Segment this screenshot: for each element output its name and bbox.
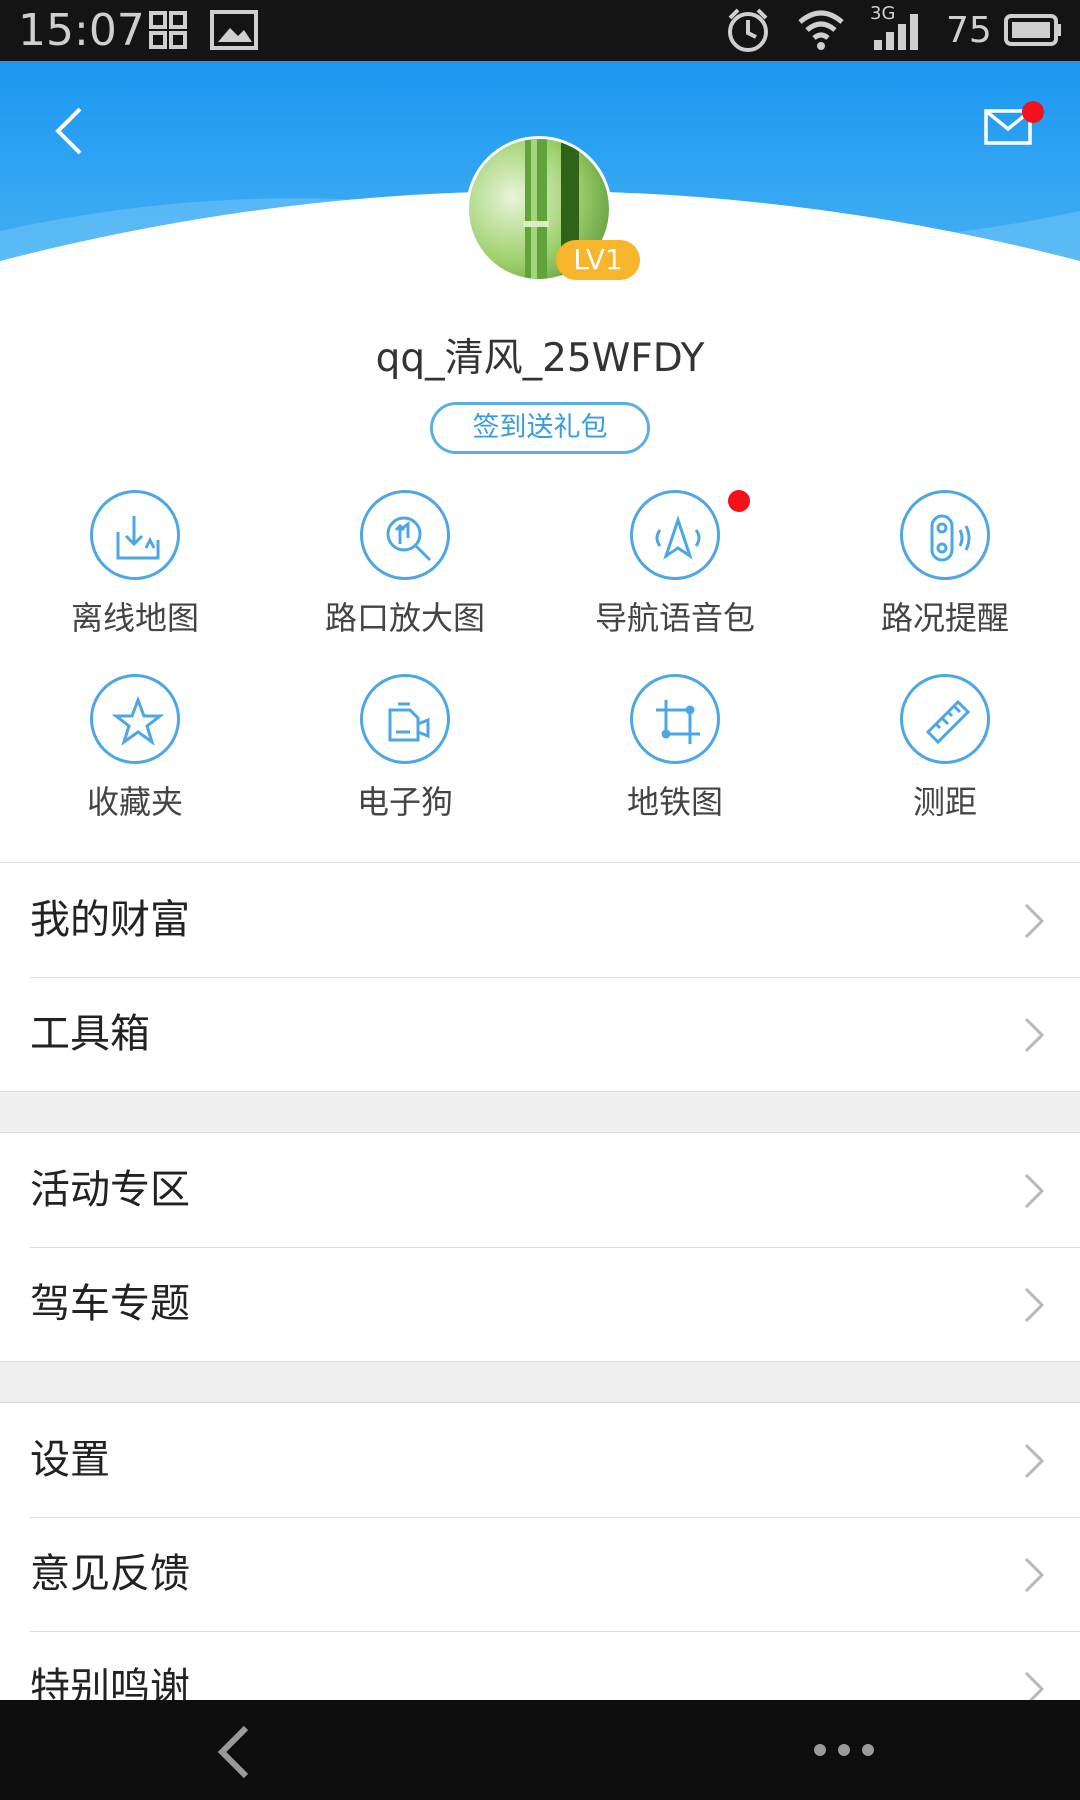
grid-item-measure-distance[interactable]: 测距 <box>810 674 1080 844</box>
chevron-right-icon <box>1022 1555 1046 1599</box>
grid-item-speed-camera[interactable]: 电子狗 <box>270 674 540 844</box>
username: qq_清风_25WFDY <box>375 336 705 381</box>
signal-icon <box>872 12 926 56</box>
status-bar: 15:07 3G 75 <box>0 0 1080 61</box>
level-badge: LV1 <box>556 240 640 280</box>
ruler-icon <box>900 674 990 764</box>
menu-item-toolbox[interactable]: 工具箱 <box>0 977 1080 1091</box>
grid-item-subway-map[interactable]: 地铁图 <box>540 674 810 844</box>
traffic-alert-icon <box>900 490 990 580</box>
grid-item-junction-zoom[interactable]: 路口放大图 <box>270 490 540 660</box>
menu-item-label: 设置 <box>30 1437 110 1483</box>
battery-icon <box>1004 14 1062 50</box>
grid-label: 收藏夹 <box>86 783 183 821</box>
chevron-right-icon <box>1022 1285 1046 1329</box>
signin-gift-button[interactable]: 签到送礼包 <box>430 402 650 454</box>
grid-label: 路况提醒 <box>880 599 1009 637</box>
mail-notification-dot <box>1022 101 1044 123</box>
menu-group-3: 设置 意见反馈 特别鸣谢 <box>0 1402 1080 1746</box>
alarm-clock-icon <box>724 6 772 58</box>
menu-item-label: 活动专区 <box>30 1167 190 1213</box>
grid-label: 离线地图 <box>70 599 199 637</box>
menu-item-driving-topics[interactable]: 驾车专题 <box>0 1247 1080 1361</box>
menu-item-label: 意见反馈 <box>30 1551 190 1597</box>
menu-item-feedback[interactable]: 意见反馈 <box>0 1517 1080 1631</box>
chevron-right-icon <box>1022 1015 1046 1059</box>
menu-item-my-wealth[interactable]: 我的财富 <box>0 863 1080 977</box>
battery-level: 75 <box>946 10 992 51</box>
menu-list: 我的财富 工具箱 活动专区 驾车专题 设置 意见反馈 特别鸣谢 <box>0 862 1080 1746</box>
chevron-right-icon <box>1022 1171 1046 1215</box>
grid-item-favorites[interactable]: 收藏夹 <box>0 674 270 844</box>
voice-pack-notification-dot <box>728 490 750 512</box>
menu-group-2: 活动专区 驾车专题 <box>0 1132 1080 1362</box>
system-nav-bar <box>0 1700 1080 1800</box>
grid-label: 测距 <box>912 783 977 821</box>
grid-item-offline-map[interactable]: 离线地图 <box>0 490 270 660</box>
grid-label: 电子狗 <box>356 783 453 821</box>
wifi-icon <box>796 8 846 56</box>
junction-zoom-icon <box>360 490 450 580</box>
menu-item-label: 驾车专题 <box>30 1281 190 1327</box>
voice-navigation-icon <box>630 490 720 580</box>
menu-item-label: 我的财富 <box>30 897 190 943</box>
grid-label: 路口放大图 <box>324 599 485 637</box>
grid-label: 导航语音包 <box>594 599 755 637</box>
speed-camera-icon <box>360 674 450 764</box>
offline-map-download-icon <box>90 490 180 580</box>
chevron-right-icon <box>1022 901 1046 945</box>
chevron-right-icon <box>1022 1441 1046 1485</box>
star-icon <box>90 674 180 764</box>
grid-label: 地铁图 <box>626 783 723 821</box>
grid-app-icon <box>148 10 188 54</box>
section-gap <box>0 1092 1080 1132</box>
back-button[interactable] <box>46 101 92 161</box>
menu-group-1: 我的财富 工具箱 <box>0 862 1080 1092</box>
subway-map-icon <box>630 674 720 764</box>
menu-item-label: 工具箱 <box>30 1011 150 1057</box>
more-dots-icon[interactable] <box>812 1740 876 1764</box>
menu-item-settings[interactable]: 设置 <box>0 1403 1080 1517</box>
back-arrow-icon[interactable] <box>214 1724 254 1784</box>
image-icon <box>210 10 258 54</box>
status-time: 15:07 <box>18 5 145 56</box>
menu-item-activities[interactable]: 活动专区 <box>0 1133 1080 1247</box>
section-gap <box>0 1362 1080 1402</box>
grid-item-voice-pack[interactable]: 导航语音包 <box>540 490 810 660</box>
grid-item-traffic-alert[interactable]: 路况提醒 <box>810 490 1080 660</box>
